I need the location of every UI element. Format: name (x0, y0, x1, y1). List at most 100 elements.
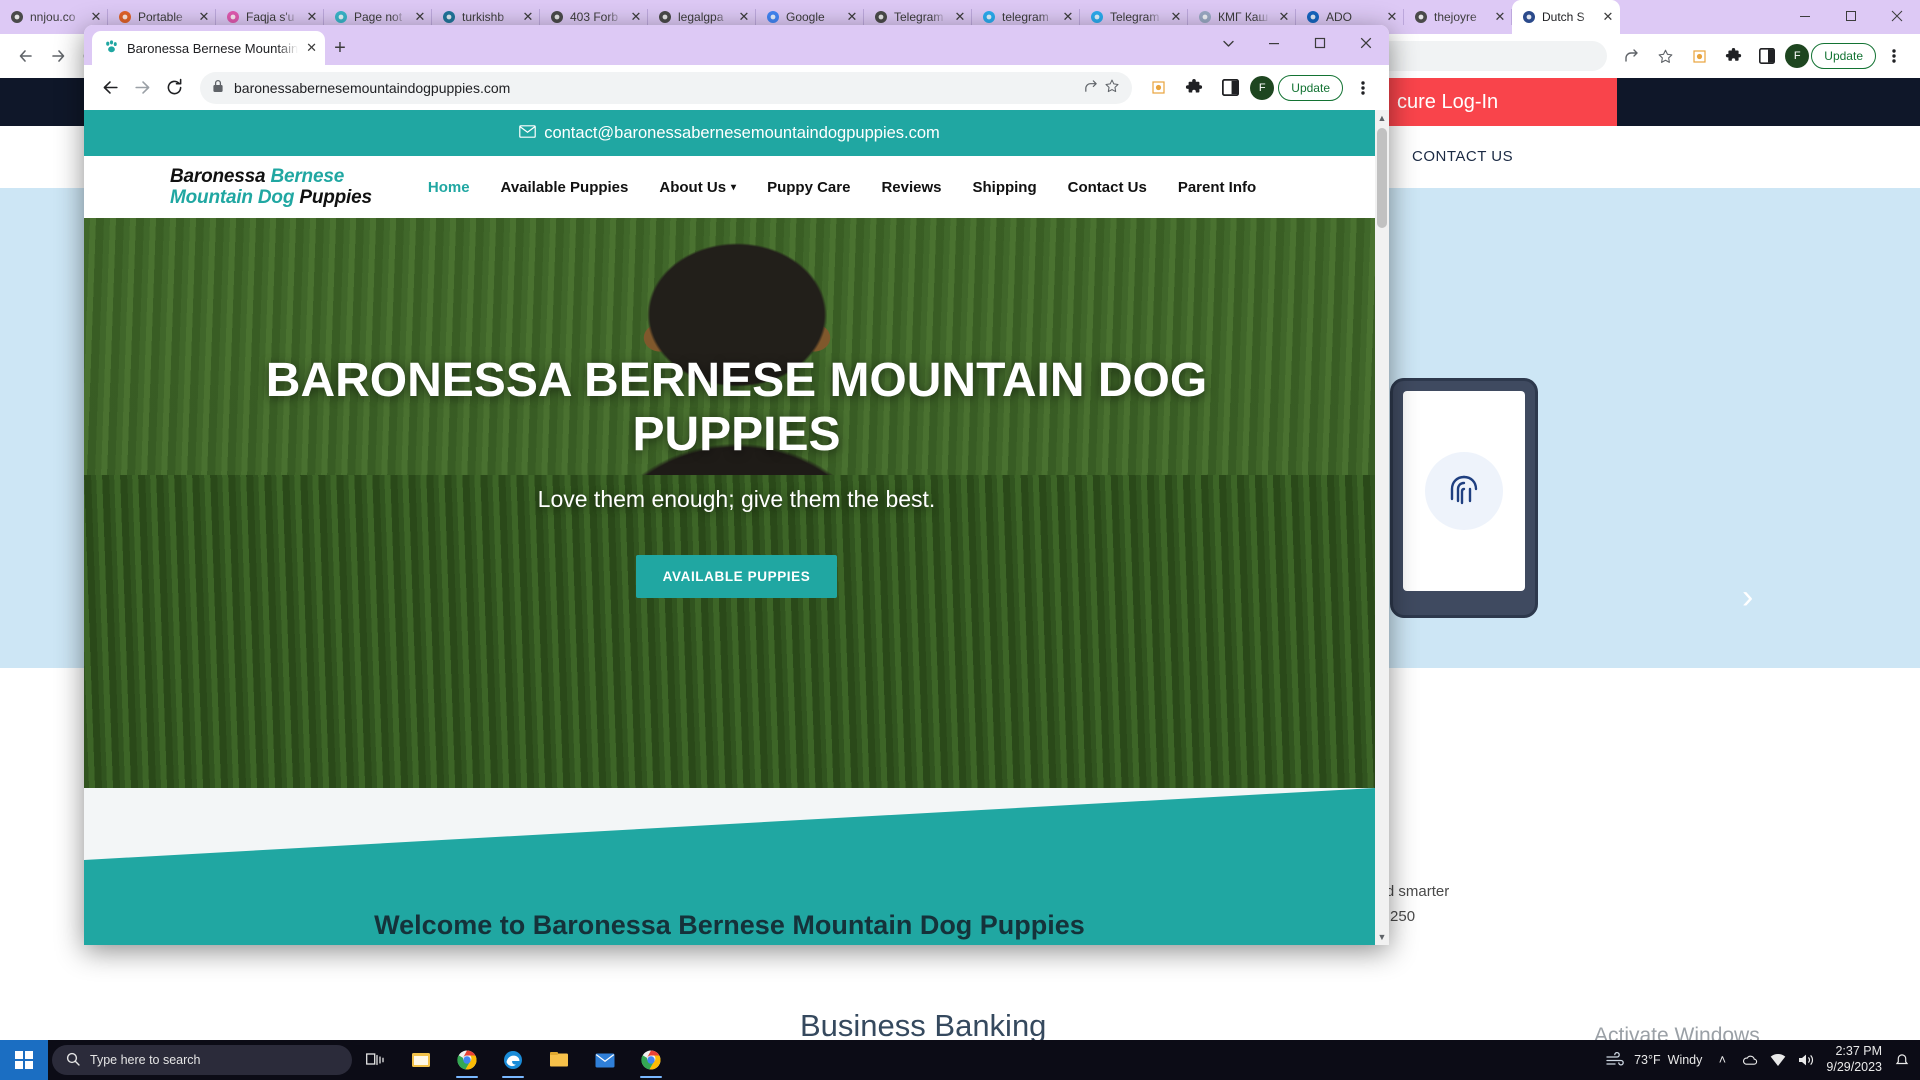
welcome-heading: Welcome to Baronessa Bernese Mountain Do… (374, 910, 1085, 940)
profile-avatar[interactable]: F (1785, 44, 1810, 68)
extension-dot-icon[interactable] (1683, 40, 1715, 72)
puzzle-icon[interactable] (1178, 72, 1210, 104)
star-icon[interactable] (1104, 78, 1120, 97)
outer-back-button[interactable] (10, 40, 42, 72)
site-nav-item-reviews[interactable]: Reviews (881, 179, 941, 196)
outer-tab-14[interactable]: Dutch S ✕ (1512, 0, 1620, 34)
network-icon[interactable] (1770, 1052, 1786, 1068)
star-icon[interactable] (1649, 40, 1681, 72)
outer-tab-close-icon[interactable]: ✕ (1276, 9, 1292, 25)
outer-tab-close-icon[interactable]: ✕ (196, 9, 212, 25)
popup-more-button[interactable] (1205, 25, 1251, 61)
outer-tab-close-icon[interactable]: ✕ (628, 9, 644, 25)
outer-tab-close-icon[interactable]: ✕ (304, 9, 320, 25)
chevron-down-icon[interactable]: ▾ (731, 182, 736, 193)
site-email-text[interactable]: contact@baronessabernesemountaindogpuppi… (544, 124, 940, 143)
popup-close-button[interactable] (1343, 25, 1389, 61)
popup-maximize-button[interactable] (1297, 25, 1343, 61)
popup-forward-button[interactable] (126, 72, 158, 104)
logo-line1-teal: Bernese (270, 165, 345, 187)
popup-active-tab[interactable]: Baronessa Bernese Mountain Dog ✕ (92, 31, 325, 65)
outer-tab-title: Dutch S (1542, 10, 1585, 24)
globe-icon (10, 10, 24, 24)
share-icon[interactable] (1615, 40, 1647, 72)
notifications-icon[interactable] (1894, 1052, 1910, 1068)
site-nav-label: Home (427, 178, 470, 196)
tray-chevron-up-icon[interactable]: ˄ (1714, 1052, 1730, 1068)
windows-logo-icon[interactable] (0, 1040, 48, 1080)
chrome-icon[interactable] (444, 1040, 490, 1080)
volume-icon[interactable] (1798, 1052, 1814, 1068)
mail-icon (519, 124, 537, 143)
bank-contact-us-link[interactable]: CONTACT US (1412, 126, 1513, 188)
weather-temp: 73°F (1634, 1053, 1661, 1067)
taskbar-search-box[interactable]: Type here to search (52, 1045, 352, 1075)
site-welcome-section: Welcome to Baronessa Bernese Mountain Do… (84, 788, 1389, 945)
outer-update-button[interactable]: Update (1811, 43, 1876, 69)
outer-tab-close-icon[interactable]: ✕ (520, 9, 536, 25)
popup-address-bar[interactable]: baronessabernesemountaindogpuppies.com (200, 71, 1133, 104)
outer-tab-title: Faqja s'u (246, 10, 295, 24)
weather-widget[interactable]: 73°F Windy (1605, 1051, 1702, 1070)
scrollbar-thumb[interactable] (1377, 128, 1387, 228)
available-puppies-button[interactable]: AVAILABLE PUPPIES (635, 554, 838, 598)
popup-back-button[interactable] (94, 72, 126, 104)
popup-update-button[interactable]: Update (1278, 74, 1343, 101)
popup-reload-button[interactable] (158, 72, 190, 104)
three-dot-menu-icon[interactable] (1878, 40, 1910, 72)
outer-browser-window: nnjou.co ✕ Portable ✕ Faqja s'u ✕ Page not ✕ tur… (0, 0, 1920, 1080)
secure-login-button[interactable]: cure Log-In (1381, 78, 1617, 126)
mail-icon[interactable] (582, 1040, 628, 1080)
outer-close-button[interactable] (1874, 0, 1920, 32)
chrome-active-icon[interactable] (628, 1040, 674, 1080)
edge-icon[interactable] (490, 1040, 536, 1080)
outer-tab-close-icon[interactable]: ✕ (1600, 9, 1616, 25)
outer-tab-close-icon[interactable]: ✕ (952, 9, 968, 25)
site-nav-item-available-puppies[interactable]: Available Puppies (501, 179, 629, 196)
carousel-next-arrow[interactable]: › (1742, 578, 1753, 617)
puzzle-icon[interactable] (1717, 40, 1749, 72)
three-dot-menu-icon[interactable] (1347, 72, 1379, 104)
site-nav-item-puppy-care[interactable]: Puppy Care (767, 179, 850, 196)
extension-dot-icon[interactable] (1142, 72, 1174, 104)
site-nav-item-shipping[interactable]: Shipping (972, 179, 1036, 196)
side-panel-icon[interactable] (1751, 40, 1783, 72)
scrollbar-down-arrow[interactable]: ▼ (1376, 930, 1388, 944)
outer-tab-13[interactable]: thejoyre ✕ (1404, 0, 1512, 34)
outer-minimize-button[interactable] (1782, 0, 1828, 32)
popup-profile-avatar[interactable]: F (1250, 75, 1275, 100)
share-icon[interactable] (1083, 79, 1098, 97)
generic-icon (1198, 10, 1212, 24)
onedrive-icon[interactable] (1742, 1052, 1758, 1068)
blue-circle-icon (1306, 10, 1320, 24)
site-nav-item-parent-info[interactable]: Parent Info (1178, 179, 1256, 196)
popup-tab-close-icon[interactable]: ✕ (306, 40, 317, 56)
outer-tab-close-icon[interactable]: ✕ (1168, 9, 1184, 25)
outer-tab-close-icon[interactable]: ✕ (736, 9, 752, 25)
outer-tab-title: 403 Forb (570, 10, 619, 24)
side-panel-icon[interactable] (1214, 72, 1246, 104)
site-nav-item-about-us[interactable]: About Us ▾ (659, 179, 736, 196)
outer-tab-close-icon[interactable]: ✕ (88, 9, 104, 25)
scrollbar-up-arrow[interactable]: ▲ (1376, 111, 1388, 125)
taskbar-clock[interactable]: 2:37 PM 9/29/2023 (1826, 1044, 1882, 1075)
outer-maximize-button[interactable] (1828, 0, 1874, 32)
outer-tab-close-icon[interactable]: ✕ (1060, 9, 1076, 25)
site-logo[interactable]: Baronessa Bernese Mountain Dog Puppies (170, 166, 372, 209)
windows-taskbar: Type here to search 73°F Windy ˄ 2:37 PM… (0, 1040, 1920, 1080)
outer-tab-close-icon[interactable]: ✕ (412, 9, 428, 25)
task-view-icon[interactable] (352, 1040, 398, 1080)
site-nav-item-contact-us[interactable]: Contact Us (1068, 179, 1147, 196)
outer-tab-close-icon[interactable]: ✕ (844, 9, 860, 25)
site-nav-label: Puppy Care (767, 178, 851, 196)
popup-minimize-button[interactable] (1251, 25, 1297, 61)
logo-line2-dark: Puppies (299, 187, 372, 208)
outer-tab-close-icon[interactable]: ✕ (1492, 9, 1508, 25)
folder-explorer-icon[interactable] (398, 1040, 444, 1080)
file-explorer-icon[interactable] (536, 1040, 582, 1080)
site-scrollbar[interactable]: ▲ ▼ (1375, 110, 1389, 945)
outer-forward-button[interactable] (42, 40, 74, 72)
site-nav-item-home[interactable]: Home (428, 179, 470, 196)
outer-tab-close-icon[interactable]: ✕ (1384, 9, 1400, 25)
popup-new-tab-button[interactable]: + (325, 31, 355, 65)
